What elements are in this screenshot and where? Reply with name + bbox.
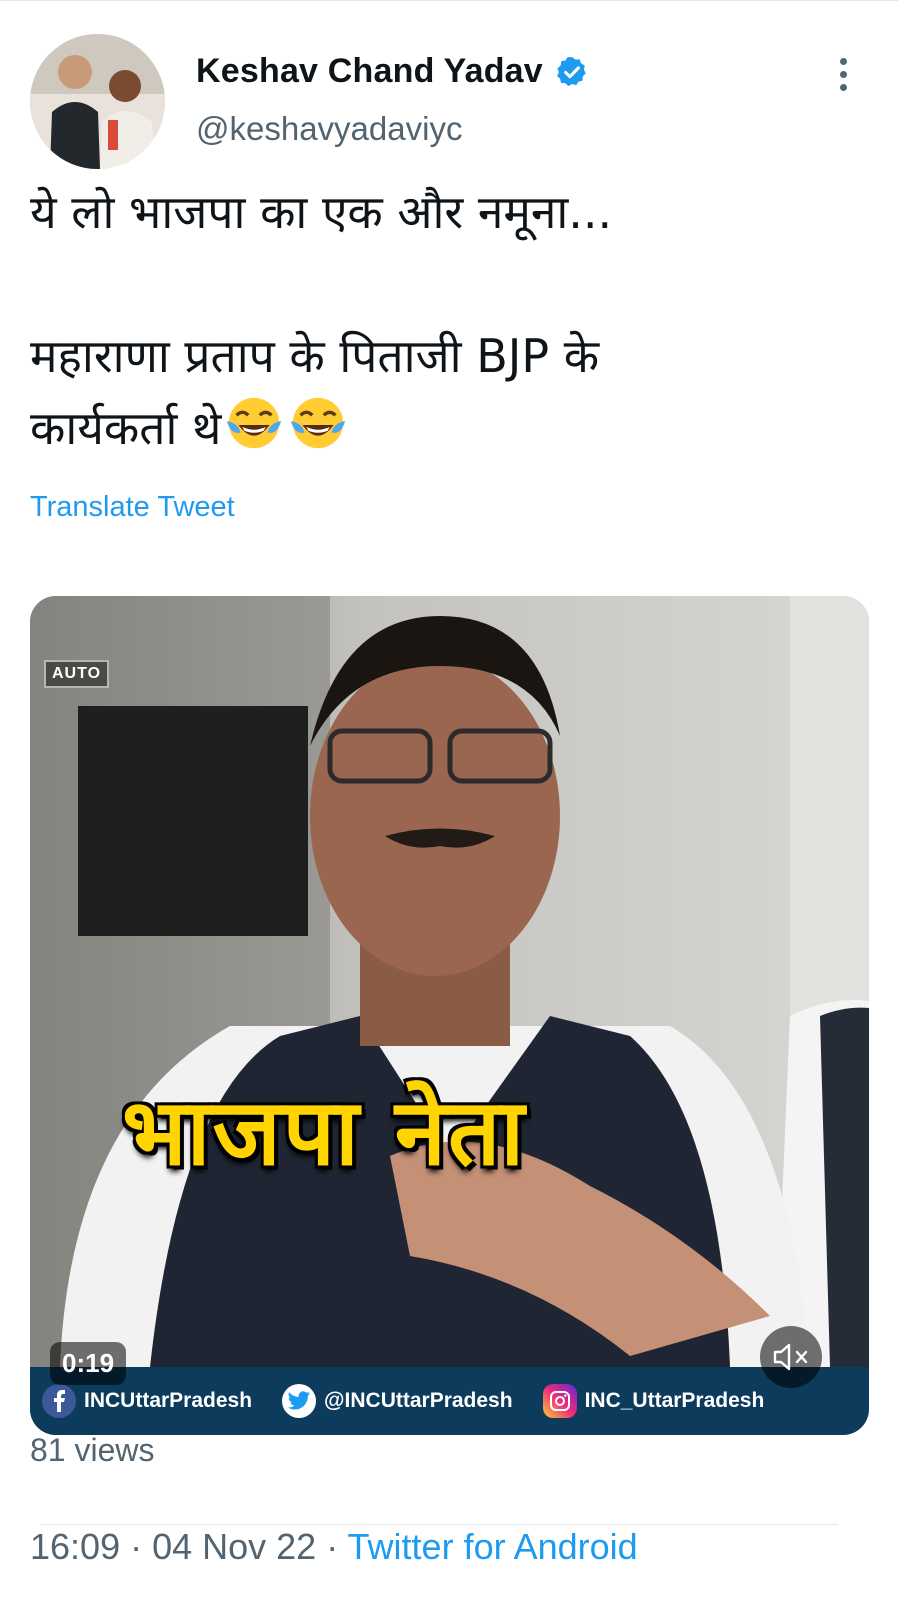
tweet-text-line2: महाराणा प्रताप के पिताजी BJP के [30,329,600,383]
strip-instagram: INC_UttarPradesh [542,1384,765,1418]
avatar-image [30,34,165,169]
strip-twitter: @INCUttarPradesh [282,1384,513,1418]
author-name[interactable]: Keshav Chand Yadav [196,52,543,91]
tweet-time[interactable]: 16:09 [30,1526,120,1567]
video-frame [30,596,869,1435]
instagram-icon [542,1384,577,1418]
unmute-button[interactable] [760,1326,822,1388]
meta-separator: · [120,1526,153,1567]
view-count[interactable]: 81 views [30,1432,155,1469]
tweet-text-line3: कार्यकर्ता थे [30,401,222,455]
strip-instagram-label: INC_UttarPradesh [584,1389,765,1412]
facebook-icon [42,1384,76,1418]
top-divider [0,0,898,1]
author-handle[interactable]: @keshavyadaviyc [196,110,462,148]
video-caption: भाजपा नेता [122,1079,527,1186]
video-duration: 0:19 [50,1342,127,1385]
tweet-metadata: 16:09 · 04 Nov 22 · Twitter for Android [30,1526,638,1568]
verified-badge-icon [557,56,586,86]
strip-twitter-label: @INCUttarPradesh [324,1389,513,1412]
face-with-tears-of-joy-icon [291,397,346,449]
tweet-text-line1: ये लो भाजपा का एक और नमूना... [30,185,613,239]
more-options-icon[interactable] [836,58,850,92]
video-player[interactable]: AUTO भाजपा नेता INCUttarPradesh @INCUtta… [30,596,869,1435]
author-name-row: Keshav Chand Yadav [196,52,589,91]
translate-tweet-link[interactable]: Translate Tweet [30,491,235,524]
meta-separator: · [316,1526,348,1567]
meta-divider [40,1524,838,1525]
video-watermark-strip: INCUttarPradesh @INCUttarPradesh INC_Utt… [30,1367,869,1435]
strip-facebook: INCUttarPradesh [30,1384,252,1418]
muted-speaker-icon [773,1343,808,1371]
tweet-date[interactable]: 04 Nov 22 [152,1526,316,1567]
strip-facebook-label: INCUttarPradesh [84,1389,253,1412]
auto-quality-badge: AUTO [44,660,110,688]
face-with-tears-of-joy-icon [227,397,282,449]
tweet-source-link[interactable]: Twitter for Android [348,1526,638,1567]
tweet-text: ये लो भाजपा का एक और नमूना... महाराणा प्… [30,176,870,464]
twitter-bird-icon [282,1384,317,1418]
author-avatar[interactable] [30,34,165,169]
